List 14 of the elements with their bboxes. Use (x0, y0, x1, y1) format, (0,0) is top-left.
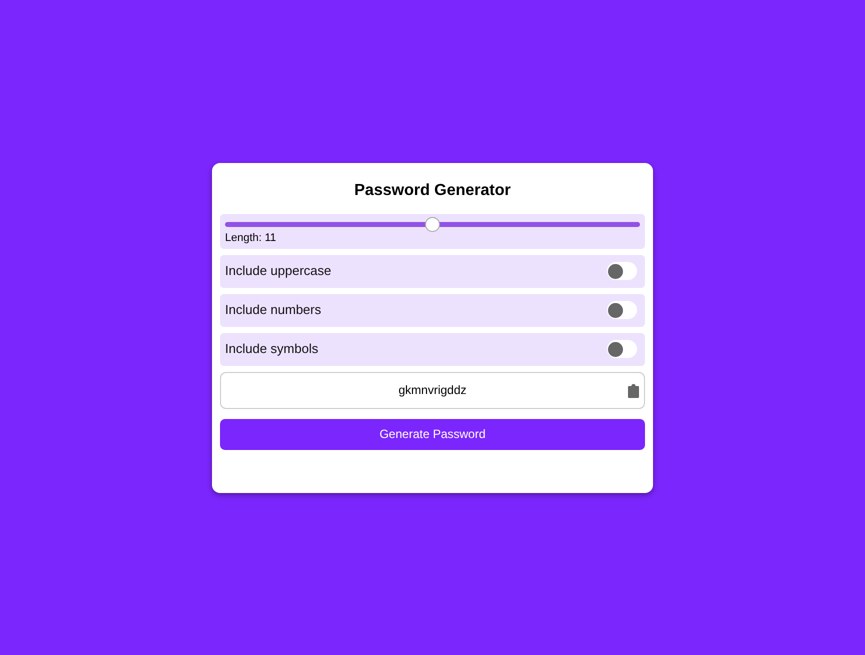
option-label: Include numbers (225, 301, 322, 320)
generate-button[interactable]: Generate Password (220, 418, 645, 450)
toggle-switch[interactable] (607, 340, 637, 358)
slider-thumb[interactable] (425, 216, 440, 232)
clipboard-icon[interactable] (628, 384, 639, 398)
length-slider[interactable] (225, 216, 640, 232)
length-label: Length: 11 (225, 232, 278, 244)
toggle-switch[interactable] (607, 262, 637, 280)
app-title: Password Generator (353, 180, 512, 200)
password-value: gkmnvrigddz (398, 382, 467, 399)
option-label: Include symbols (225, 340, 318, 358)
toggle-switch[interactable] (607, 301, 637, 319)
password-field[interactable]: gkmnvrigddz (220, 372, 645, 408)
option-label: Include uppercase (225, 262, 332, 280)
